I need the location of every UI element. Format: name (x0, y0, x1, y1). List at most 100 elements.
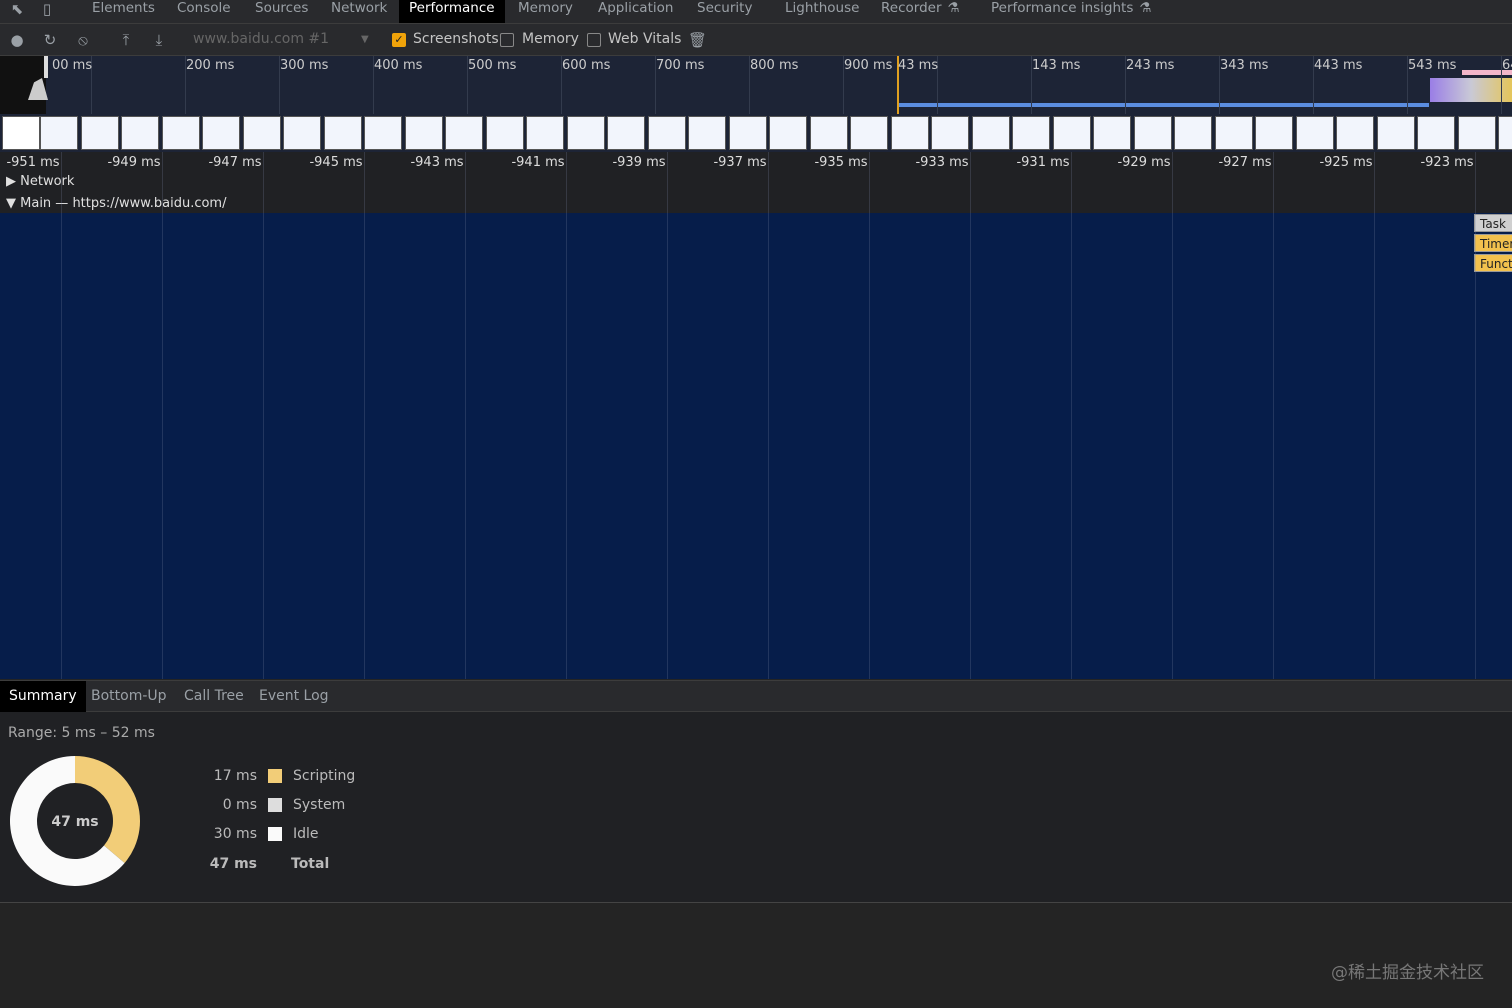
track-main[interactable]: ▼ Main — https://www.baidu.com/ (6, 196, 226, 211)
flame-entry-timer[interactable]: Timer (1474, 234, 1512, 252)
screenshot-frame[interactable] (485, 116, 524, 150)
tab-application[interactable]: Application (588, 0, 683, 23)
screenshot-frame[interactable] (242, 116, 281, 150)
donut-slice-scripting (75, 756, 140, 863)
screenshot-frame[interactable] (850, 116, 888, 150)
screenshot-frame[interactable] (526, 116, 564, 150)
overview-tick-label: 243 ms (1126, 58, 1175, 73)
memory-label: Memory (522, 31, 579, 47)
detail-tick-label: -927 ms (1218, 155, 1272, 170)
inspect-element-icon[interactable]: ⬉ (8, 0, 26, 18)
screenshot-frame[interactable] (769, 116, 807, 150)
tab-performance-insights[interactable]: Performance insights ⚗ (981, 0, 1162, 23)
flame-entry-task[interactable]: Task (1474, 214, 1512, 232)
screenshot-frame[interactable] (283, 116, 321, 150)
detail-tick-label: -923 ms (1420, 155, 1474, 170)
overview-window-handle[interactable] (44, 56, 48, 78)
clear-icon[interactable]: ⦸ (74, 31, 92, 49)
memory-checkbox[interactable] (500, 33, 514, 47)
screenshot-frame[interactable] (1417, 116, 1455, 150)
overview-tick-label: 43 ms (898, 58, 939, 73)
detail-gridline (364, 152, 365, 679)
tab-recorder[interactable]: Recorder ⚗ (871, 0, 970, 23)
screenshot-frame[interactable] (607, 116, 645, 150)
overview-tick-label: 00 ms (52, 58, 93, 73)
detail-tick-label: -943 ms (410, 155, 464, 170)
screenshot-frame[interactable] (1012, 116, 1050, 150)
reload-record-icon[interactable]: ↻ (41, 31, 59, 49)
expand-arrow-icon: ▶ (6, 174, 16, 189)
device-toolbar-icon[interactable]: ▯ (38, 0, 56, 18)
screenshot-frame[interactable] (1376, 116, 1415, 150)
screenshot-frame[interactable] (1336, 116, 1374, 150)
screenshot-frame[interactable] (728, 116, 767, 150)
screenshots-checkbox[interactable]: ✓ (392, 33, 406, 47)
screenshot-frame[interactable] (1093, 116, 1131, 150)
main-flame-chart[interactable]: Task Timer Funct (0, 213, 1512, 679)
detail-tick-label: -933 ms (915, 155, 969, 170)
screenshot-frame[interactable] (323, 116, 362, 150)
tab-event-log[interactable]: Event Log (250, 681, 338, 712)
chevron-down-icon[interactable]: ▼ (361, 34, 369, 45)
record-icon[interactable]: ● (8, 31, 26, 49)
overview-tick-label: 443 ms (1314, 58, 1363, 73)
screenshot-frame[interactable] (1295, 116, 1334, 150)
screenshot-frame[interactable] (404, 116, 443, 150)
detail-tick-label: -925 ms (1319, 155, 1373, 170)
screenshot-frame[interactable] (647, 116, 686, 150)
tab-security[interactable]: Security (687, 0, 762, 23)
detail-gridline (61, 152, 62, 679)
screenshot-frame[interactable] (80, 116, 119, 150)
screenshot-frame[interactable] (890, 116, 929, 150)
screenshot-frame[interactable] (121, 116, 159, 150)
screenshot-frame[interactable] (161, 116, 200, 150)
screenshot-frame[interactable] (202, 116, 240, 150)
screenshot-frame[interactable] (1255, 116, 1293, 150)
tab-elements[interactable]: Elements (82, 0, 165, 23)
web-vitals-checkbox[interactable] (587, 33, 601, 47)
screenshot-frame[interactable] (566, 116, 605, 150)
legend-swatch (268, 798, 282, 812)
tab-call-tree[interactable]: Call Tree (175, 681, 253, 712)
total-label: Total (291, 856, 330, 872)
upload-icon[interactable]: ⤒ (117, 31, 135, 49)
tab-lighthouse[interactable]: Lighthouse (775, 0, 869, 23)
screenshot-frame[interactable] (445, 116, 483, 150)
screenshot-frame[interactable] (688, 116, 726, 150)
screenshot-frame[interactable] (1174, 116, 1212, 150)
tab-sources[interactable]: Sources (245, 0, 318, 23)
screenshot-frame[interactable] (1498, 116, 1512, 150)
detail-gridline (1475, 152, 1476, 679)
download-icon[interactable]: ⤓ (150, 31, 168, 49)
profile-select[interactable]: www.baidu.com #1 (193, 31, 329, 47)
screenshot-frame[interactable] (809, 116, 848, 150)
screenshot-frame[interactable] (40, 116, 78, 150)
screenshot-frame[interactable] (1457, 116, 1496, 150)
tab-network[interactable]: Network (321, 0, 397, 23)
tab-memory[interactable]: Memory (508, 0, 583, 23)
detail-tick-label: -951 ms (6, 155, 60, 170)
screenshot-frame[interactable] (931, 116, 969, 150)
detail-gridline (1374, 152, 1375, 679)
screenshot-frame[interactable] (971, 116, 1010, 150)
tab-summary[interactable]: Summary (0, 681, 86, 712)
screenshot-frame[interactable] (1052, 116, 1091, 150)
legend-label: Scripting (293, 768, 356, 784)
flame-entry-funct[interactable]: Funct (1474, 254, 1512, 272)
screenshot-frame[interactable] (1133, 116, 1172, 150)
trash-icon[interactable]: 🗑 (688, 31, 707, 49)
overview-tick-label: 343 ms (1220, 58, 1269, 73)
legend-swatch (268, 769, 282, 783)
screenshot-frame[interactable] (2, 116, 40, 150)
screenshot-frame[interactable] (364, 116, 402, 150)
track-network[interactable]: ▶ Network (6, 174, 74, 189)
detail-gridline (667, 152, 668, 679)
screenshot-frame[interactable] (1214, 116, 1253, 150)
detail-tick-label: -939 ms (612, 155, 666, 170)
timeline-overview[interactable]: 00 ms 200 ms 300 ms 400 ms 500 ms 600 ms 700 m… (0, 56, 1512, 152)
tab-bottom-up[interactable]: Bottom-Up (82, 681, 176, 712)
tab-console[interactable]: Console (167, 0, 241, 23)
collapse-arrow-icon: ▼ (6, 196, 16, 211)
detail-gridline (970, 152, 971, 679)
tab-performance[interactable]: Performance (399, 0, 505, 23)
